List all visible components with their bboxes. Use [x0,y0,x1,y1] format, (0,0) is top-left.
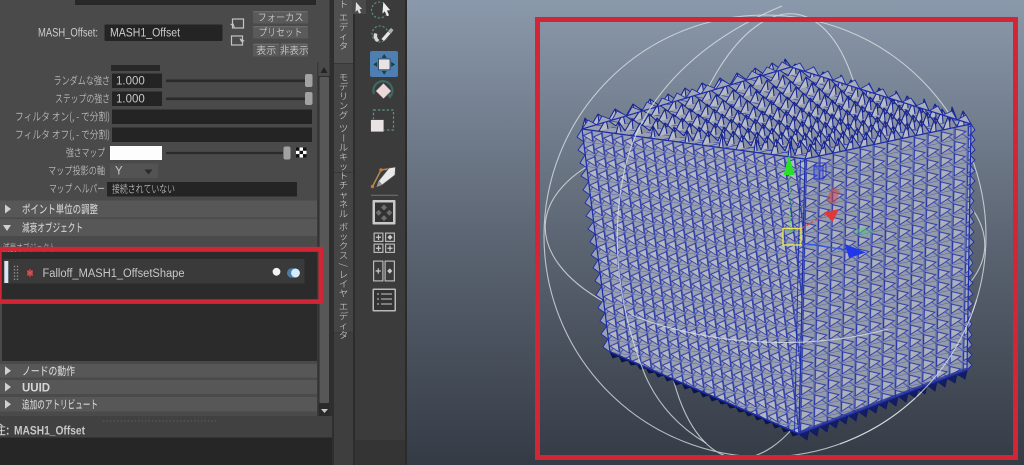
svg-text:MASH1_Offset: MASH1_Offset [110,28,181,40]
svg-text:1.000: 1.000 [116,76,145,88]
svg-text:MASH_Offset:: MASH_Offset: [38,28,98,40]
svg-text:Y: Y [115,166,123,178]
svg-text:MASH1_Offset: MASH1_Offset [14,424,85,438]
svg-text:Falloff_MASH1_OffsetShape: Falloff_MASH1_OffsetShape [43,268,185,280]
svg-text:1.000: 1.000 [116,94,145,106]
svg-text:UUID: UUID [22,382,50,394]
